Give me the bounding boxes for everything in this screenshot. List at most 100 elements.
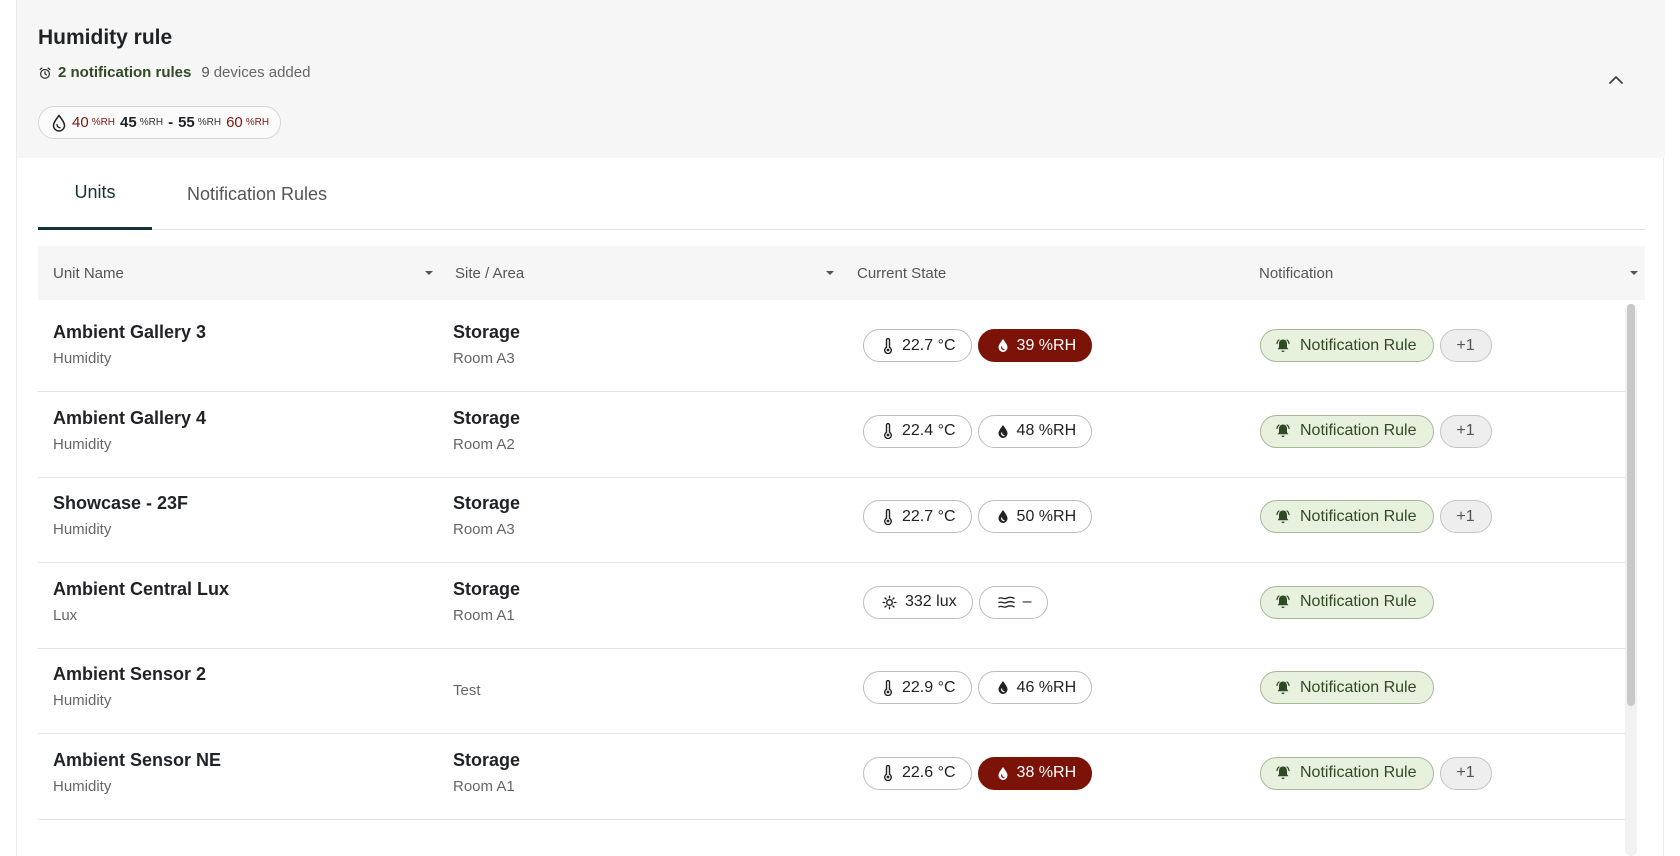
bell-icon [1276,424,1290,438]
unit-name[interactable]: Showcase - 23F [53,493,188,514]
unit-cell: Showcase - 23F Humidity [53,493,188,538]
notification-rule-chip[interactable]: Notification Rule [1260,671,1434,704]
collapse-button[interactable] [1604,68,1628,92]
more-rules-badge[interactable]: +1 [1439,500,1492,533]
table-row[interactable]: Ambient Sensor 2 Humidity Test 22.9 °C 46… [38,642,1625,734]
more-rules-badge[interactable]: +1 [1439,329,1492,362]
humidity-drop-icon [998,681,1008,694]
current-state-cell: 22.7 °C 39 %RH [863,329,1093,362]
unit-name[interactable]: Ambient Central Lux [53,579,229,600]
humidity-drop-icon [998,510,1008,523]
thermometer-icon [884,508,892,525]
area-name: Test [453,682,481,699]
low-warn-unit: %RH [139,117,164,128]
sort-caret-icon[interactable] [424,268,434,278]
humidity-drop-icon [52,113,66,132]
unit-type: Humidity [53,521,112,538]
scrollbar-thumb[interactable] [1627,304,1635,706]
state-value: 22.9 °C [902,678,956,696]
unit-type: Humidity [53,692,112,709]
notification-rule-chip[interactable]: Notification Rule [1260,414,1434,448]
humidity-drop-icon [998,424,1008,438]
more-rules-badge[interactable]: +1 [1439,756,1492,790]
site-name: Storage [453,322,521,342]
unit-cell: Ambient Gallery 3 Humidity [53,322,206,367]
alarm-clock-icon [39,66,51,79]
current-state-cell: 22.7 °C 50 %RH [863,500,1093,533]
devices-label: devices added [213,64,311,81]
state-value: 46 %RH [1016,678,1077,696]
table-row[interactable]: Ambient Central Lux Lux Storage Room A1 … [38,557,1625,649]
unit-name[interactable]: Ambient Sensor 2 [53,664,206,685]
tab-notification-rules[interactable]: Notification Rules [172,158,342,230]
notification-cell: Notification Rule +1 [1260,329,1492,362]
notification-rule-chip[interactable]: Notification Rule [1260,500,1434,533]
rule-panel: Humidity rule 2 notification rules 9 dev… [16,0,1665,856]
area-name: Room A1 [453,606,515,624]
unit-name[interactable]: Ambient Gallery 4 [53,408,206,429]
site-cell: Test [453,664,481,699]
site-name: Storage [453,749,521,770]
state-chip: 22.6 °C [863,756,972,790]
unit-name[interactable]: Ambient Gallery 3 [53,322,206,343]
tab-units[interactable]: Units [38,158,152,230]
notification-cell: Notification Rule +1 [1260,756,1492,790]
unit-cell: Ambient Central Lux Lux [53,579,229,624]
unit-type: Humidity [53,350,112,367]
notification-rule-chip[interactable]: Notification Rule [1260,585,1434,619]
units-table-body: Ambient Gallery 3 Humidity Storage Room … [38,300,1645,856]
state-chip: 22.4 °C [863,414,972,448]
table-scrollbar[interactable] [1625,304,1637,856]
site-cell: Storage Room A3 [453,493,520,538]
uv-waves-icon [997,596,1015,608]
tab-bar: Units Notification Rules [38,158,1645,230]
table-header: Unit Name Site / Area Current State Noti… [38,246,1645,300]
sort-caret-icon[interactable] [1629,268,1639,278]
more-rules-badge[interactable]: +1 [1439,414,1492,448]
unit-name[interactable]: Ambient Sensor NE [53,750,221,771]
humidity-drop-icon [998,339,1008,352]
notification-rule-chip[interactable]: Notification Rule [1260,756,1434,790]
thermometer-icon [884,423,892,439]
rule-meta: 2 notification rules 9 devices added [38,64,310,81]
sort-caret-icon[interactable] [825,268,835,278]
column-site-area[interactable]: Site / Area [455,246,524,300]
bell-icon [1276,338,1290,352]
unit-cell: Ambient Sensor NE Humidity [53,750,221,795]
notification-rule-label: Notification Rule [1300,422,1417,439]
unit-cell: Ambient Sensor 2 Humidity [53,664,206,709]
notification-rule-label: Notification Rule [1300,507,1417,525]
page-title: Humidity rule [38,26,173,49]
state-value: 332 lux [905,593,957,610]
area-name: Room A3 [453,521,515,538]
column-notification[interactable]: Notification [1259,246,1333,300]
site-name: Storage [453,407,521,428]
table-row[interactable]: Ambient Gallery 3 Humidity Storage Room … [38,300,1625,392]
humidity-drop-icon [998,766,1008,780]
unit-cell: Ambient Gallery 4 Humidity [53,408,206,453]
sun-icon [882,594,897,610]
current-state-cell: 332 lux – [863,585,1048,619]
high-warn-unit: %RH [197,117,222,128]
table-row[interactable]: Showcase - 23F Humidity Storage Room A3 … [38,471,1625,563]
bell-icon [1276,595,1290,609]
table-row[interactable]: Ambient Gallery 4 Humidity Storage Room … [38,386,1625,478]
bell-icon [1276,766,1290,780]
current-state-cell: 22.6 °C 38 %RH [863,756,1093,790]
rule-header: Humidity rule 2 notification rules 9 dev… [17,0,1665,158]
site-cell: Storage Room A2 [453,408,520,453]
unit-type: Humidity [53,435,112,453]
notification-cell: Notification Rule +1 [1260,500,1492,533]
table-row[interactable]: Ambient Sensor NE Humidity Storage Room … [38,728,1625,820]
thermometer-icon [884,337,892,354]
notification-rules-count[interactable]: 2 notification rules [58,64,191,81]
notification-rule-chip[interactable]: Notification Rule [1260,329,1434,362]
column-unit-name[interactable]: Unit Name [53,246,124,300]
notification-rule-label: Notification Rule [1300,678,1417,696]
column-current-state: Current State [857,264,947,282]
state-chip: 22.7 °C [863,500,972,533]
site-name: Storage [453,493,521,513]
unit-type: Lux [53,606,78,624]
area-name: Room A2 [453,435,515,453]
state-value: 48 %RH [1016,422,1077,439]
